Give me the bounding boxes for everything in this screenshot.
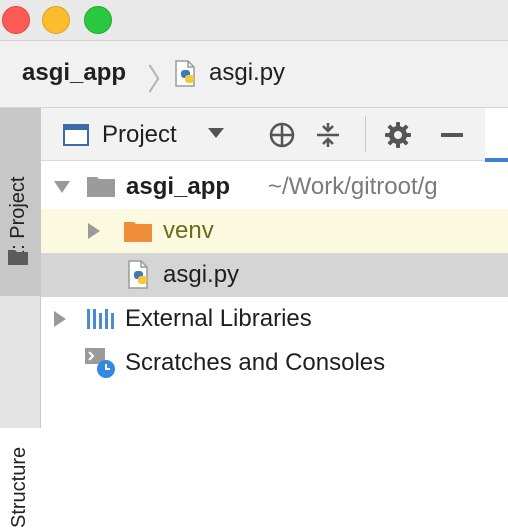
zoom-window-button[interactable] xyxy=(84,6,112,34)
window-titlebar xyxy=(0,0,508,41)
close-window-button[interactable] xyxy=(2,6,30,34)
tree-node-path: ~/Work/gitroot/g xyxy=(268,173,438,200)
minimize-icon[interactable] xyxy=(437,120,467,150)
scratches-icon xyxy=(85,348,115,378)
tree-node-file-selected[interactable]: asgi.py xyxy=(41,253,508,297)
python-file-icon xyxy=(175,60,195,87)
folder-icon xyxy=(87,177,115,197)
gear-icon[interactable] xyxy=(383,120,413,150)
expand-arrow-icon[interactable] xyxy=(54,181,70,193)
chevron-down-icon[interactable] xyxy=(208,128,224,138)
view-selector[interactable]: Project xyxy=(102,121,177,149)
collapse-all-icon[interactable] xyxy=(313,120,343,150)
library-icon xyxy=(87,309,114,329)
project-view-icon xyxy=(63,124,89,146)
project-toolbar: Project xyxy=(41,108,485,161)
collapsed-arrow-icon[interactable] xyxy=(54,311,66,327)
folder-icon xyxy=(8,250,28,265)
locate-target-icon[interactable] xyxy=(267,120,297,150)
tool-window-strip: 1: Project Structure xyxy=(0,108,41,528)
tree-node-label: venv xyxy=(163,217,214,244)
toolbar-divider xyxy=(365,116,366,152)
project-tool-window-tab[interactable]: 1: Project xyxy=(0,108,40,296)
tree-node-venv[interactable]: venv xyxy=(41,209,508,253)
python-file-icon xyxy=(128,260,148,289)
minimize-window-button[interactable] xyxy=(42,6,70,34)
tree-node-external-libraries[interactable]: External Libraries xyxy=(41,297,508,341)
folder-icon xyxy=(124,222,152,242)
tree-node-label: asgi_app xyxy=(126,173,231,200)
breadcrumb-file[interactable]: asgi.py xyxy=(209,59,285,87)
tree-node-project-root[interactable]: asgi_app ~/Work/gitroot/g xyxy=(41,165,508,209)
editor-area-edge xyxy=(485,108,508,160)
project-tree: asgi_app ~/Work/gitroot/g venv asgi.py E… xyxy=(41,161,508,428)
tree-node-label: External Libraries xyxy=(125,305,312,332)
breadcrumb: asgi_app 〉 asgi.py xyxy=(0,41,508,108)
collapsed-arrow-icon[interactable] xyxy=(88,223,100,239)
breadcrumb-project[interactable]: asgi_app xyxy=(22,59,126,87)
structure-tool-window-tab[interactable]: Structure xyxy=(8,447,31,528)
tree-node-label: Scratches and Consoles xyxy=(125,349,386,376)
tree-node-label: asgi.py xyxy=(163,261,240,288)
tree-node-scratches[interactable]: Scratches and Consoles xyxy=(41,341,508,385)
